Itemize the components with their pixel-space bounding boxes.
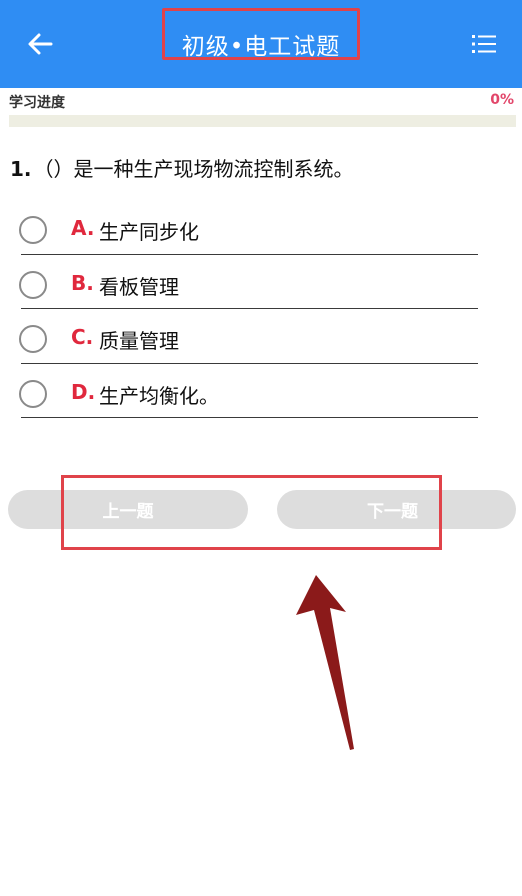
- question-text: 1. （）是一种生产现场物流控制系统。: [10, 153, 354, 182]
- annotation-arrow-icon: [296, 575, 354, 750]
- radio-icon[interactable]: [19, 379, 47, 408]
- title-highlight-box: [162, 8, 360, 60]
- progress-bar: [9, 115, 516, 127]
- question-number: 1.: [10, 157, 32, 181]
- list-menu-icon: [472, 35, 496, 53]
- radio-icon[interactable]: [19, 325, 47, 353]
- radio-icon[interactable]: [19, 216, 47, 244]
- option-letter: A.: [71, 216, 95, 240]
- option-text: 生产同步化: [99, 220, 199, 244]
- option-letter: B.: [71, 270, 94, 295]
- option-letter: D.: [71, 379, 96, 404]
- option-c[interactable]: C. 质量管理: [0, 309, 522, 364]
- option-text: 看板管理: [99, 274, 179, 299]
- divider: [21, 417, 478, 418]
- options-list: A. 生产同步化 B. 看板管理 C. 质量管理 D. 生产均衡化。: [0, 200, 522, 418]
- nav-highlight-box: [61, 475, 442, 550]
- option-d[interactable]: D. 生产均衡化。: [0, 364, 522, 418]
- radio-icon[interactable]: [19, 270, 47, 299]
- menu-button[interactable]: [464, 24, 504, 64]
- progress-label: 学习进度: [9, 95, 65, 111]
- option-text: 生产均衡化。: [99, 383, 219, 408]
- option-a[interactable]: A. 生产同步化: [0, 200, 522, 255]
- option-text: 质量管理: [99, 329, 179, 353]
- option-b[interactable]: B. 看板管理: [0, 255, 522, 309]
- progress-percent: 0%: [490, 92, 514, 108]
- option-letter: C.: [71, 325, 94, 349]
- question-body: （）是一种生产现场物流控制系统。: [33, 157, 354, 181]
